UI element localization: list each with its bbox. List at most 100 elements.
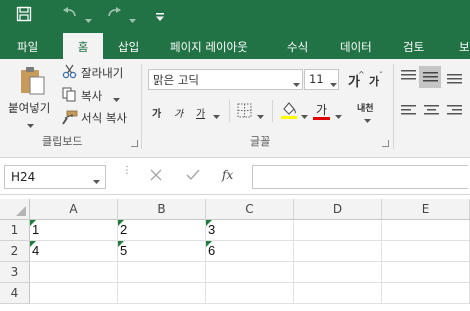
font-color-button[interactable]: 가: [316, 101, 327, 118]
customize-qat-icon[interactable]: [155, 10, 165, 26]
font-name-value: 맑은 고딕: [153, 73, 199, 87]
error-indicator-icon: [206, 220, 212, 226]
undo-icon[interactable]: [62, 7, 78, 25]
cell-a2[interactable]: 4: [30, 241, 118, 262]
decrease-font-caret-icon: ˇ: [379, 71, 383, 80]
phonetic-guide-button[interactable]: 내천: [357, 101, 374, 114]
cell-b4[interactable]: [118, 283, 206, 304]
error-indicator-icon: [30, 241, 36, 247]
insert-function-button[interactable]: fx: [222, 168, 233, 182]
align-middle-button[interactable]: [419, 66, 441, 88]
column-header-d[interactable]: D: [294, 199, 382, 220]
cell-d3[interactable]: [294, 262, 382, 283]
format-painter-icon[interactable]: [62, 110, 78, 128]
borders-dropdown-icon[interactable]: [257, 110, 264, 123]
tab-view-partial[interactable]: 보: [459, 39, 470, 55]
tab-review[interactable]: 검토: [403, 39, 424, 55]
cancel-icon[interactable]: [150, 169, 162, 184]
align-bottom-icon[interactable]: [447, 72, 462, 87]
tab-formulas[interactable]: 수식: [287, 39, 308, 55]
italic-button[interactable]: 가: [174, 105, 183, 120]
error-indicator-icon: [118, 220, 124, 226]
align-center-icon[interactable]: [424, 105, 439, 120]
clipboard-dialog-launcher-icon[interactable]: [131, 140, 138, 147]
name-box[interactable]: H24: [4, 165, 106, 189]
font-dialog-launcher-icon[interactable]: [382, 140, 389, 147]
format-painter-button[interactable]: 서식 복사: [81, 110, 127, 126]
copy-icon[interactable]: [62, 87, 77, 105]
tab-home[interactable]: 홈: [63, 33, 103, 59]
underline-dropdown-icon[interactable]: [213, 110, 220, 123]
cell-d2[interactable]: [294, 241, 382, 262]
cell-b2[interactable]: 5: [118, 241, 206, 262]
cell-b3[interactable]: [118, 262, 206, 283]
tab-data[interactable]: 데이터: [340, 39, 372, 55]
cell-c3[interactable]: [206, 262, 294, 283]
more-options-icon[interactable]: ⋮: [122, 166, 132, 176]
font-size-dropdown[interactable]: 11: [304, 69, 339, 90]
cell-a1[interactable]: 1: [30, 220, 118, 241]
cell-c1[interactable]: 3: [206, 220, 294, 241]
cell-b1[interactable]: 2: [118, 220, 206, 241]
align-right-icon[interactable]: [447, 105, 462, 120]
redo-dropdown-icon[interactable]: [129, 12, 136, 28]
chevron-down-icon: [330, 78, 337, 91]
ribbon: 붙여넣기 잘라내기 복사 서식 복사 클립보드 맑은 고딕 11 가 ^ 가 ˇ…: [0, 59, 470, 158]
column-header-e[interactable]: E: [382, 199, 470, 220]
cell-c4[interactable]: [206, 283, 294, 304]
cell-a3[interactable]: [30, 262, 118, 283]
chevron-down-icon: [293, 78, 300, 91]
name-box-value: H24: [11, 170, 36, 184]
font-group-label: 글꼴: [250, 135, 271, 148]
undo-dropdown-icon[interactable]: [85, 12, 92, 28]
fill-color-dropdown-icon[interactable]: [301, 110, 308, 123]
cell-d1[interactable]: [294, 220, 382, 241]
tab-file[interactable]: 파일: [17, 39, 38, 55]
font-name-dropdown[interactable]: 맑은 고딕: [148, 69, 303, 90]
row-header-2[interactable]: 2: [0, 241, 30, 262]
paste-button[interactable]: 붙여넣기: [8, 100, 50, 116]
tab-insert[interactable]: 삽입: [118, 39, 139, 55]
cell-a4[interactable]: [30, 283, 118, 304]
font-color-swatch: [313, 117, 330, 120]
column-header-c[interactable]: C: [206, 199, 294, 220]
font-size-value: 11: [309, 72, 324, 86]
cut-button[interactable]: 잘라내기: [81, 65, 123, 81]
fill-color-icon[interactable]: [280, 100, 298, 123]
align-top-icon[interactable]: [401, 70, 416, 85]
underline-button[interactable]: 가: [196, 105, 205, 120]
cell-e3[interactable]: [382, 262, 470, 283]
cell-e4[interactable]: [382, 283, 470, 304]
column-header-b[interactable]: B: [118, 199, 206, 220]
row-header-1[interactable]: 1: [0, 220, 30, 241]
column-header-a[interactable]: A: [30, 199, 118, 220]
select-all-corner[interactable]: [0, 199, 30, 220]
cell-e2[interactable]: [382, 241, 470, 262]
borders-icon[interactable]: [237, 103, 252, 121]
decrease-font-size-button[interactable]: 가: [369, 73, 379, 89]
cell-e1[interactable]: [382, 220, 470, 241]
redo-icon[interactable]: [106, 7, 122, 25]
align-middle-icon: [423, 71, 438, 86]
cut-icon[interactable]: [62, 64, 77, 82]
paste-icon[interactable]: [18, 66, 48, 99]
save-icon[interactable]: [16, 6, 32, 26]
chevron-down-icon[interactable]: [93, 175, 100, 188]
error-indicator-icon: [30, 220, 36, 226]
tab-page-layout[interactable]: 페이지 레이아웃: [170, 39, 248, 55]
cell-d4[interactable]: [294, 283, 382, 304]
align-left-icon[interactable]: [401, 105, 416, 120]
spreadsheet-grid: A B C D E 1 2 3 4 1 2 3 4 5 6: [0, 195, 470, 311]
row-header-3[interactable]: 3: [0, 262, 30, 283]
bold-button[interactable]: 가: [152, 105, 161, 120]
font-color-dropdown-icon[interactable]: [335, 110, 342, 123]
row-header-4[interactable]: 4: [0, 283, 30, 304]
formula-input[interactable]: [252, 165, 468, 189]
paste-dropdown-icon[interactable]: [27, 119, 34, 132]
enter-icon[interactable]: [186, 169, 200, 184]
phonetic-dropdown-icon[interactable]: [364, 114, 371, 127]
ribbon-divider: [229, 100, 230, 122]
cell-c2[interactable]: 6: [206, 241, 294, 262]
copy-button[interactable]: 복사: [81, 88, 102, 104]
copy-dropdown-icon[interactable]: [113, 93, 120, 106]
